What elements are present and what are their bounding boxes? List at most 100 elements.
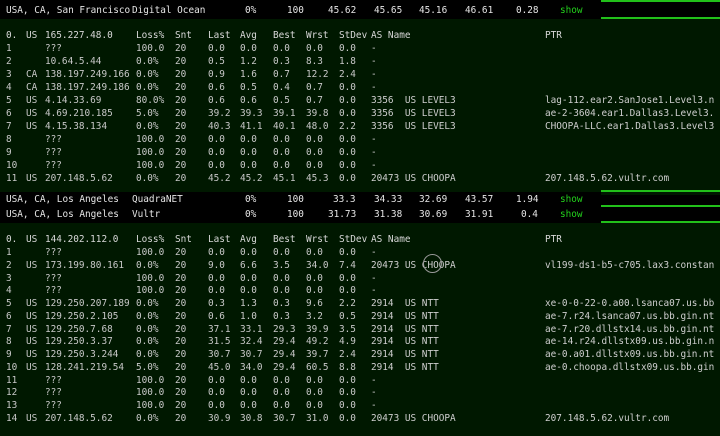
cell-best: 0.3 — [273, 310, 290, 322]
cell-ptr: ae-7.r20.dllstx14.us.bb.gin.nt — [545, 323, 715, 335]
cell-loss: 0.0% — [136, 412, 159, 424]
table-header: 0. US 165.227.48.0 Loss% Snt Last Avg Best Wrst S… — [0, 30, 720, 42]
cell-wrst: Wrst — [306, 30, 329, 41]
cell-ptr: 207.148.5.62.vultr.com — [545, 412, 670, 424]
table-row: 6 US 129.250.2.105 0.0% 20 0.6 1.0 0.3 3.2 0.5 291… — [0, 311, 720, 323]
bar — [601, 205, 720, 207]
cell-stdev: 1.8 — [339, 55, 356, 67]
cell-cc: US — [26, 361, 38, 373]
cell-asname: - — [371, 374, 377, 386]
cell-avg: 6.6 — [240, 259, 257, 271]
table-row: 9??? 100.0 20 0.0 0.0 0.0 0.0 0.0 - — [0, 147, 720, 159]
cell-host: ??? — [45, 272, 62, 284]
cell-host: ??? — [45, 133, 62, 145]
cell-ptr: ae-2-3604.ear1.Dallas3.Level3. — [545, 107, 715, 119]
cell-avg: 1.2 — [240, 55, 257, 67]
cell-host: 144.202.112.0 — [45, 234, 119, 245]
cell-stdev: 0.0 — [339, 412, 356, 424]
table-row: 2 10.64.5.44 0.0% 20 0.5 1.2 0.3 8.3 1.8 - — [0, 56, 720, 68]
cell-stdev: 0.0 — [339, 107, 356, 119]
cell-avg: 1.6 — [240, 68, 257, 80]
sent: 100 — [287, 209, 304, 220]
cell-host: 138.197.249.166 — [45, 68, 130, 80]
cell-best: 30.7 — [273, 412, 296, 424]
cell-host: 10.64.5.44 — [45, 55, 102, 67]
cell-hop: 3 — [6, 272, 12, 284]
cell-hop: 2 — [6, 259, 12, 271]
table-row: 3 CA 138.197.249.166 0.0% 20 0.9 1.6 0.7 12.2 2.4… — [0, 69, 720, 81]
col4: 43.57 — [465, 194, 494, 205]
cell-best: 0.0 — [273, 146, 290, 158]
cell-host: ??? — [45, 247, 62, 258]
cell-avg: 32.4 — [240, 336, 263, 348]
cell-asname: 2914 US NTT — [371, 361, 439, 373]
cell-avg: 0.0 — [240, 387, 257, 399]
cell-snt: 20 — [175, 361, 187, 373]
show-link[interactable]: show — [560, 192, 583, 208]
cell-hop: 9 — [6, 146, 12, 158]
cell-hop: 7 — [6, 120, 12, 132]
cell-hop: 5 — [6, 94, 12, 106]
cell-host: 129.250.7.68 — [45, 323, 113, 335]
cell-stdev: 0.0 — [339, 400, 356, 411]
table-row: 14 US 207.148.5.62 0.0% 20 30.9 30.8 30.7 31.0 0.… — [0, 413, 720, 425]
cell-loss: 0.0% — [136, 336, 159, 348]
cell-last: 0.0 — [208, 43, 225, 54]
cell-cc: US — [26, 107, 38, 119]
cell-ptr: PTR — [545, 234, 562, 245]
cell-wrst: 0.0 — [306, 247, 323, 258]
cell-best: 29.4 — [273, 361, 296, 373]
cell-host: 4.14.33.69 — [45, 94, 102, 106]
cell-wrst: 0.7 — [306, 81, 323, 93]
show-link[interactable]: show — [560, 207, 583, 223]
cell-best: 0.0 — [273, 387, 290, 399]
col4: 31.91 — [465, 209, 494, 220]
cell-best: 0.0 — [273, 285, 290, 297]
cell-hop: 9 — [6, 349, 12, 360]
cell-ptr: ae-0.a01.dllstx09.us.bb.gin.nt — [545, 349, 715, 360]
cell-avg: 0.0 — [240, 133, 257, 145]
cell-wrst: 0.0 — [306, 400, 323, 411]
cell-snt: 20 — [175, 298, 187, 309]
cell-last: 0.0 — [208, 285, 225, 297]
table-row: 12??? 100.0 20 0.0 0.0 0.0 0.0 0.0 - — [0, 387, 720, 399]
cell-last: 45.0 — [208, 361, 231, 373]
cell-cc: US — [26, 298, 38, 309]
cell-snt: 20 — [175, 272, 187, 284]
cell-host: 207.148.5.62 — [45, 412, 113, 424]
cell-stdev: StDev — [339, 234, 368, 245]
cell-avg: 1.0 — [240, 310, 257, 322]
summary-row-la-vultr: USA, CA, Los Angeles Vultr 0% 100 31.73 … — [0, 207, 601, 223]
cell-asname: 2914 US NTT — [371, 349, 439, 360]
cell-best: 40.1 — [273, 120, 296, 132]
table-row: 6 US 4.69.210.185 5.0% 20 39.2 39.3 39.1 39.8 0.0… — [0, 108, 720, 120]
cell-hop: 10 — [6, 159, 18, 171]
cell-wrst: 0.7 — [306, 94, 323, 106]
cell-avg: 0.0 — [240, 400, 257, 411]
cell-asname: - — [371, 81, 377, 93]
cell-last: Last — [208, 234, 231, 245]
cell-snt: 20 — [175, 412, 187, 424]
show-link[interactable]: show — [560, 3, 583, 19]
cell-cc: CA — [26, 81, 38, 93]
cell-asname: - — [371, 43, 377, 54]
cell-last: 0.9 — [208, 68, 225, 80]
cell-last: 31.5 — [208, 336, 231, 348]
cell-best: 0.0 — [273, 272, 290, 284]
cell-stdev: 3.5 — [339, 323, 356, 335]
table-row: 13??? 100.0 20 0.0 0.0 0.0 0.0 0.0 - — [0, 400, 720, 412]
cell-best: 29.3 — [273, 323, 296, 335]
cell-avg: Avg — [240, 30, 257, 41]
cell-asname: - — [371, 55, 377, 67]
col1: 45.62 — [328, 5, 357, 16]
cell-best: 0.7 — [273, 68, 290, 80]
cell-loss: 0.0% — [136, 81, 159, 93]
cell-stdev: 0.0 — [339, 159, 356, 171]
cell-asname: - — [371, 159, 377, 171]
cell-loss: 5.0% — [136, 361, 159, 373]
cell-last: 0.3 — [208, 298, 225, 309]
cell-wrst: 0.0 — [306, 159, 323, 171]
cell-host: 207.148.5.62 — [45, 172, 113, 184]
table-row: 10??? 100.0 20 0.0 0.0 0.0 0.0 0.0 - — [0, 160, 720, 172]
cell-avg: 0.0 — [240, 247, 257, 258]
